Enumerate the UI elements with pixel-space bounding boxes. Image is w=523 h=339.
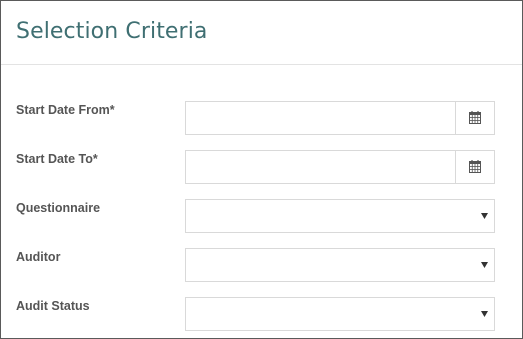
start-date-to-field <box>185 150 495 184</box>
selection-criteria-panel: Selection Criteria Start Date From* Star… <box>0 0 523 339</box>
start-date-to-input[interactable] <box>186 151 458 181</box>
start-date-to-calendar-button[interactable] <box>455 151 494 183</box>
start-date-from-label: Start Date From* <box>16 103 115 117</box>
caret-down-icon <box>481 311 488 317</box>
start-date-to-label: Start Date To* <box>16 152 98 166</box>
questionnaire-label: Questionnaire <box>16 201 101 215</box>
panel-title: Selection Criteria <box>16 19 208 44</box>
calendar-icon <box>469 160 481 173</box>
start-date-from-calendar-button[interactable] <box>455 102 494 134</box>
auditor-label: Auditor <box>16 250 61 264</box>
panel-header: Selection Criteria <box>1 1 522 65</box>
calendar-icon <box>469 111 481 124</box>
audit-status-label: Audit Status <box>16 299 90 313</box>
start-date-from-field <box>185 101 495 135</box>
auditor-select[interactable] <box>185 248 495 282</box>
caret-down-icon <box>481 213 488 219</box>
questionnaire-select[interactable] <box>185 199 495 233</box>
audit-status-select[interactable] <box>185 297 495 331</box>
caret-down-icon <box>481 262 488 268</box>
start-date-from-input[interactable] <box>186 102 458 132</box>
